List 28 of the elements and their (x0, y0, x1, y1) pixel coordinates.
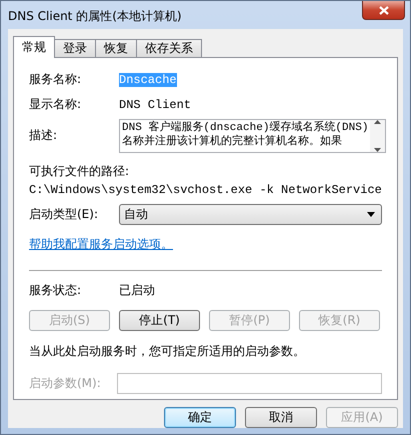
service-name-value: Dnscache (119, 72, 177, 86)
display-name-value: DNS Client (119, 98, 192, 112)
close-button[interactable] (362, 1, 405, 20)
dropdown-arrow-icon (367, 212, 375, 218)
window-title: DNS Client 的属性(本地计算机) (8, 8, 182, 25)
scroll-down-icon[interactable] (374, 148, 382, 152)
scroll-up-icon[interactable] (374, 120, 382, 124)
tab[interactable]: 登录 (54, 39, 96, 57)
service-status-value: 已启动 (119, 282, 155, 299)
dialog-button[interactable]: 取消 (245, 407, 317, 428)
tab[interactable]: 依存关系 (136, 39, 202, 57)
field-label: 显示名称: (29, 96, 82, 113)
description-field[interactable]: DNS 客户端服务(dnscache)缓存域名系统(DNS) 名称并注册该计算机的完整计算机名称。如果 (119, 118, 386, 153)
field-label: 启动类型(E): (29, 206, 99, 224)
close-icon (378, 6, 388, 14)
field-label: 可执行文件的路径: (29, 163, 130, 180)
field-label: 描述: (29, 127, 58, 144)
field-label: 服务状态: (29, 282, 82, 299)
help-link[interactable]: 帮助我配置服务启动选项。 (29, 236, 173, 253)
tab[interactable]: 恢复 (95, 39, 137, 57)
service-control-button[interactable]: 停止(T) (119, 310, 200, 331)
field-label: 服务名称: (29, 71, 82, 88)
tab[interactable]: 常规 (13, 36, 55, 58)
hint-text: 当从此处启动服务时，您可指定所适用的启动参数。 (29, 342, 306, 360)
dialog-button[interactable]: 确定 (164, 407, 236, 428)
executable-path: C:\Windows\system32\svchost.exe -k NetworkService (29, 182, 382, 197)
startup-type-dropdown[interactable]: 自动 (119, 204, 382, 226)
field-label: 启动参数(M): (29, 374, 101, 392)
